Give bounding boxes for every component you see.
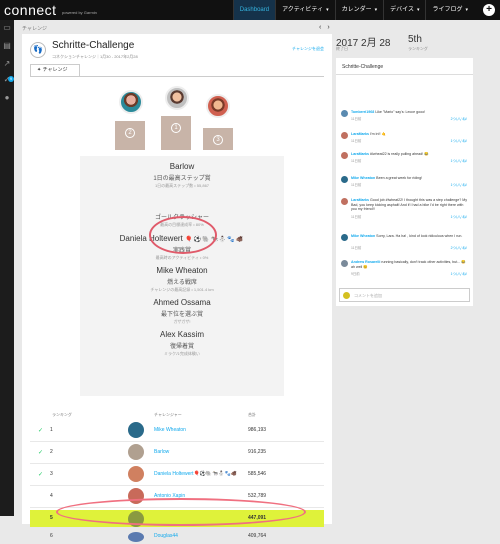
- logo: connect: [4, 2, 57, 18]
- podium-block-third: 3: [203, 128, 233, 150]
- avatar: [341, 152, 348, 159]
- total-header: 合計: [248, 412, 256, 417]
- inbox-icon[interactable]: ▤: [3, 42, 11, 50]
- nav-calendar[interactable]: カレンダー ▾: [334, 0, 384, 20]
- avatar: [128, 444, 144, 460]
- table-row[interactable]: ✓ 1 Mike Wheaton 986,193: [30, 420, 324, 442]
- content: チャレンジ ‹› 👣 Schritte-Challenge コネクションチャレン…: [14, 20, 500, 542]
- avatar: [128, 532, 144, 542]
- tab-challenge[interactable]: ✦ チャレンジ: [30, 64, 80, 76]
- user-icon[interactable]: ●: [3, 94, 11, 102]
- comments-panel: Schritte-Challenge Tomberri1968 Like "Ma…: [336, 58, 473, 306]
- rank-header: ランキング: [52, 412, 72, 417]
- table-row[interactable]: 6 Douglas44 409,764: [30, 530, 324, 544]
- challenge-dates: コネクションチャレンジ｜1月30 - 2017年2月28: [52, 54, 138, 59]
- tab-divider: [30, 76, 324, 77]
- avatar: [341, 110, 348, 117]
- main-nav: Dashboard アクティビティ ▾ カレンダー ▾ デバイス ▾ ライフログ ▾: [232, 0, 474, 20]
- sidebar: ▭ ▤ ↗ 9 ✓ ●: [0, 20, 14, 516]
- avatar: [343, 292, 350, 299]
- chevron-down-icon: ▾: [416, 7, 420, 13]
- challenger-header: チャレンジャー: [154, 412, 182, 417]
- activity-icon[interactable]: ✓: [3, 76, 11, 84]
- award-item: Barlow 1日の最高ステップ賞 1日の最高ステップ数 • 55,867: [153, 162, 211, 188]
- chevron-down-icon: ▾: [465, 7, 468, 13]
- divider: [336, 74, 473, 75]
- avatar: [341, 176, 348, 183]
- podium-avatar-third[interactable]: [206, 94, 230, 118]
- chevron-down-icon: ▾: [374, 7, 378, 13]
- comment-input[interactable]: コメントを追加: [339, 288, 470, 302]
- current-rank: 5th: [408, 34, 422, 45]
- award-item: Alex Kassim 復帰着賞 ミラクル完成体験い: [159, 330, 204, 356]
- awards-panel: Barlow 1日の最高ステップ賞 1日の最高ステップ数 • 55,867 ゴー…: [80, 156, 284, 396]
- home-icon[interactable]: ▭: [3, 24, 11, 32]
- avatar: [341, 132, 348, 139]
- page-title: Schritte-Challenge: [52, 40, 135, 51]
- footsteps-icon: 👣: [30, 42, 46, 58]
- add-button[interactable]: +: [483, 4, 495, 16]
- chart-icon[interactable]: ↗: [3, 60, 11, 68]
- award-item: Mike Wheaton 燃える戦席 チャレンジの最高記録 • 1,501.4 …: [150, 266, 214, 292]
- top-bar: connect powered by Garmin Dashboard アクティ…: [0, 0, 500, 20]
- challenge-card: 👣 Schritte-Challenge コネクションチャレンジ｜1月30 - …: [22, 34, 332, 542]
- highlight-annotation: [149, 216, 217, 254]
- current-rank-label: ランキング: [408, 46, 428, 51]
- breadcrumb: チャレンジ: [22, 26, 47, 32]
- nav-activities[interactable]: アクティビティ ▾: [275, 0, 335, 20]
- end-date-label: 終了日: [336, 46, 348, 51]
- chevron-down-icon: ▾: [326, 7, 329, 13]
- nav-lifelog[interactable]: ライフログ ▾: [425, 0, 474, 20]
- avatar: [128, 466, 144, 482]
- podium-block-second: 2: [115, 121, 145, 150]
- table-row[interactable]: ✓ 2 Barlow 916,235: [30, 442, 324, 464]
- avatar: [128, 422, 144, 438]
- avatar: [341, 198, 348, 205]
- logo-sub: powered by Garmin: [62, 10, 97, 15]
- award-item: Ahmed Ossama 最下位を選ぶ賞 ガザガザ!: [153, 298, 211, 324]
- podium-avatar-second[interactable]: [119, 90, 143, 114]
- podium-block-first: 1: [161, 116, 191, 150]
- table-row[interactable]: ✓ 3 Daniela Holtewert🎈⚽🐘🐄⛄🐾🐗 585,546: [30, 464, 324, 486]
- podium-avatar-first[interactable]: [165, 86, 189, 110]
- avatar: [341, 260, 348, 267]
- comments-title: Schritte-Challenge: [342, 64, 384, 70]
- nav-dashboard[interactable]: Dashboard: [232, 0, 276, 20]
- nav-devices[interactable]: デバイス ▾: [383, 0, 425, 20]
- avatar: [341, 234, 348, 241]
- row-highlight-annotation: [56, 498, 306, 526]
- leave-challenge-link[interactable]: チャレンジを退会: [292, 46, 324, 52]
- pager-arrows[interactable]: ‹›: [319, 24, 336, 31]
